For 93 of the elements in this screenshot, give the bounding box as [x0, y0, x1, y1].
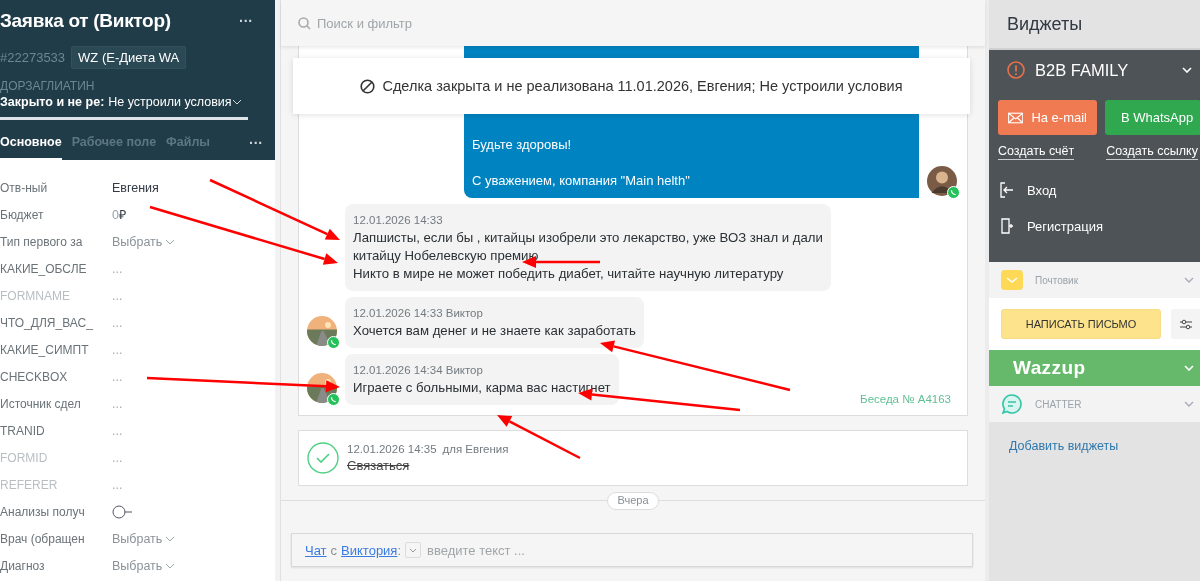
write-letter-button[interactable]: НАПИСАТЬ ПИСЬМО: [1001, 309, 1161, 339]
search-icon: [298, 16, 311, 30]
message-text: Хочется вам денег и не знаете как заработать: [353, 322, 636, 340]
field-label: Врач (обращен: [0, 531, 86, 546]
prohibited-icon: [360, 78, 376, 94]
chat-link[interactable]: Чат: [305, 542, 327, 558]
select-field[interactable]: Выбрать: [112, 558, 176, 573]
message-composer[interactable]: Чат с Виктория: введите текст ...: [291, 533, 973, 567]
add-widgets-link[interactable]: Добавить виджеты: [1009, 439, 1200, 453]
field-value[interactable]: ...: [112, 315, 123, 330]
invoice-link[interactable]: Создать счёт: [998, 144, 1075, 160]
sliders-icon: [1180, 318, 1192, 330]
tab[interactable]: Файлы: [166, 135, 210, 160]
field-value[interactable]: ...: [112, 369, 123, 384]
field-value[interactable]: 0: [112, 207, 119, 222]
task-assignee: для Евгения: [442, 443, 509, 455]
currency-sign: ₽: [118, 207, 126, 223]
field-label: КАКИЕ_ОБСЛЕ: [0, 261, 88, 276]
alert-icon: [1007, 61, 1025, 79]
field-label: Источник сдел: [0, 396, 82, 411]
widget-header[interactable]: CHATTER: [989, 386, 1200, 422]
field-value[interactable]: ...: [112, 288, 123, 303]
message-time: 12.01.2026 14:33 Виктор: [353, 306, 484, 321]
conversation-label: Беседа № А4163: [860, 393, 951, 405]
message-text: Играете с больными, карма вас настигнет: [353, 379, 611, 397]
whatsapp-icon: [947, 186, 960, 199]
tab[interactable]: Основное: [0, 135, 62, 160]
message-time: 12.01.2026 14:33: [353, 213, 444, 228]
field-value[interactable]: ...: [112, 261, 123, 276]
tab[interactable]: Рабочее поле: [71, 135, 157, 160]
pipeline-name: ДОРЗАГЛИАТИН: [0, 79, 96, 93]
field-value[interactable]: ...: [112, 450, 123, 465]
field-value[interactable]: ...: [112, 477, 123, 492]
field-value[interactable]: Евгения: [112, 180, 159, 195]
widget-name: CHATTER: [1035, 398, 1082, 410]
email-button[interactable]: На e-mail: [998, 100, 1097, 135]
login-link[interactable]: Вход: [998, 172, 1200, 208]
caret-icon: [165, 562, 176, 569]
field-label: Бюджет: [0, 207, 45, 222]
check-circle-icon: [307, 442, 339, 474]
chevron-icon: [1182, 67, 1192, 73]
whatsapp-icon: [327, 393, 340, 406]
lead-number: #22273533: [0, 50, 66, 65]
chevron-icon: [1184, 365, 1194, 371]
chat-bubble-icon: [1001, 393, 1023, 415]
chevron-icon: [1184, 277, 1194, 283]
link-link[interactable]: Создать ссылку: [1106, 144, 1198, 160]
whatsapp-button[interactable]: В WhatsApp: [1105, 100, 1200, 135]
caret-icon: [232, 99, 242, 105]
lead-title: Заявка от (Виктор): [0, 10, 171, 32]
caret-icon: [409, 547, 418, 553]
settings-button[interactable]: [1171, 309, 1200, 339]
day-divider: Вчера: [607, 492, 659, 510]
field-label: ЧТО_ДЛЯ_ВАС_: [0, 315, 94, 330]
more-button[interactable]: ···: [239, 13, 253, 29]
field-label: CHECKBOX: [0, 369, 69, 384]
widget-name: B2B FAMILY: [1035, 60, 1129, 80]
message-time: 12.01.2026 14:34 Виктор: [353, 363, 484, 378]
field-label: TRANID: [0, 423, 46, 438]
widget-header[interactable]: Wazzup: [989, 350, 1200, 386]
field-value[interactable]: ...: [112, 396, 123, 411]
composer-text: с: [330, 542, 338, 558]
caret-icon: [165, 535, 176, 542]
widget-name: Почтовик: [1035, 274, 1079, 286]
task-text: Связаться: [347, 458, 410, 473]
dropdown-button[interactable]: [405, 542, 422, 558]
field-label: Диагноз: [0, 558, 46, 573]
whatsapp-icon: [327, 336, 340, 349]
field-value[interactable]: ...: [112, 423, 123, 438]
field-label: REFERER: [0, 477, 59, 492]
field-label: Анализы получ: [0, 504, 86, 519]
message-text: Лапшисты, если бы , китайцы изобрели это лекарство, уже ВОЗ знал и дали: [353, 229, 823, 247]
select-field[interactable]: Выбрать: [112, 234, 176, 249]
register-link[interactable]: Регистрация: [998, 208, 1200, 244]
caret-icon: [165, 238, 176, 245]
select-field[interactable]: Выбрать: [112, 531, 176, 546]
chevron-icon: [1184, 401, 1194, 407]
message-text: китайцу Нобелевскую премию: [353, 247, 539, 265]
field-label: КАКИЕ_СИМПТ: [0, 342, 90, 357]
field-label: FORMNAME: [0, 288, 71, 303]
field-value[interactable]: ...: [112, 342, 123, 357]
field-label: Тип первого за: [0, 234, 84, 249]
status-select[interactable]: Закрыто и не ре: Не устроили условия: [0, 93, 248, 120]
field-label: FORMID: [0, 450, 49, 465]
task-date: 12.01.2026 14:35: [347, 443, 437, 455]
message-text: Никто в мире не может победить диабет, читайте научную литературу: [353, 265, 784, 283]
field-label: Отв-ный: [0, 180, 49, 195]
login-icon: [1000, 182, 1014, 198]
more-button[interactable]: ···: [249, 135, 263, 160]
source-tag: WZ (Е-Диета WA: [71, 46, 187, 69]
composer-text: :: [397, 542, 402, 558]
door-icon: [1000, 218, 1014, 234]
widget-header[interactable]: Почтовик: [989, 262, 1200, 298]
